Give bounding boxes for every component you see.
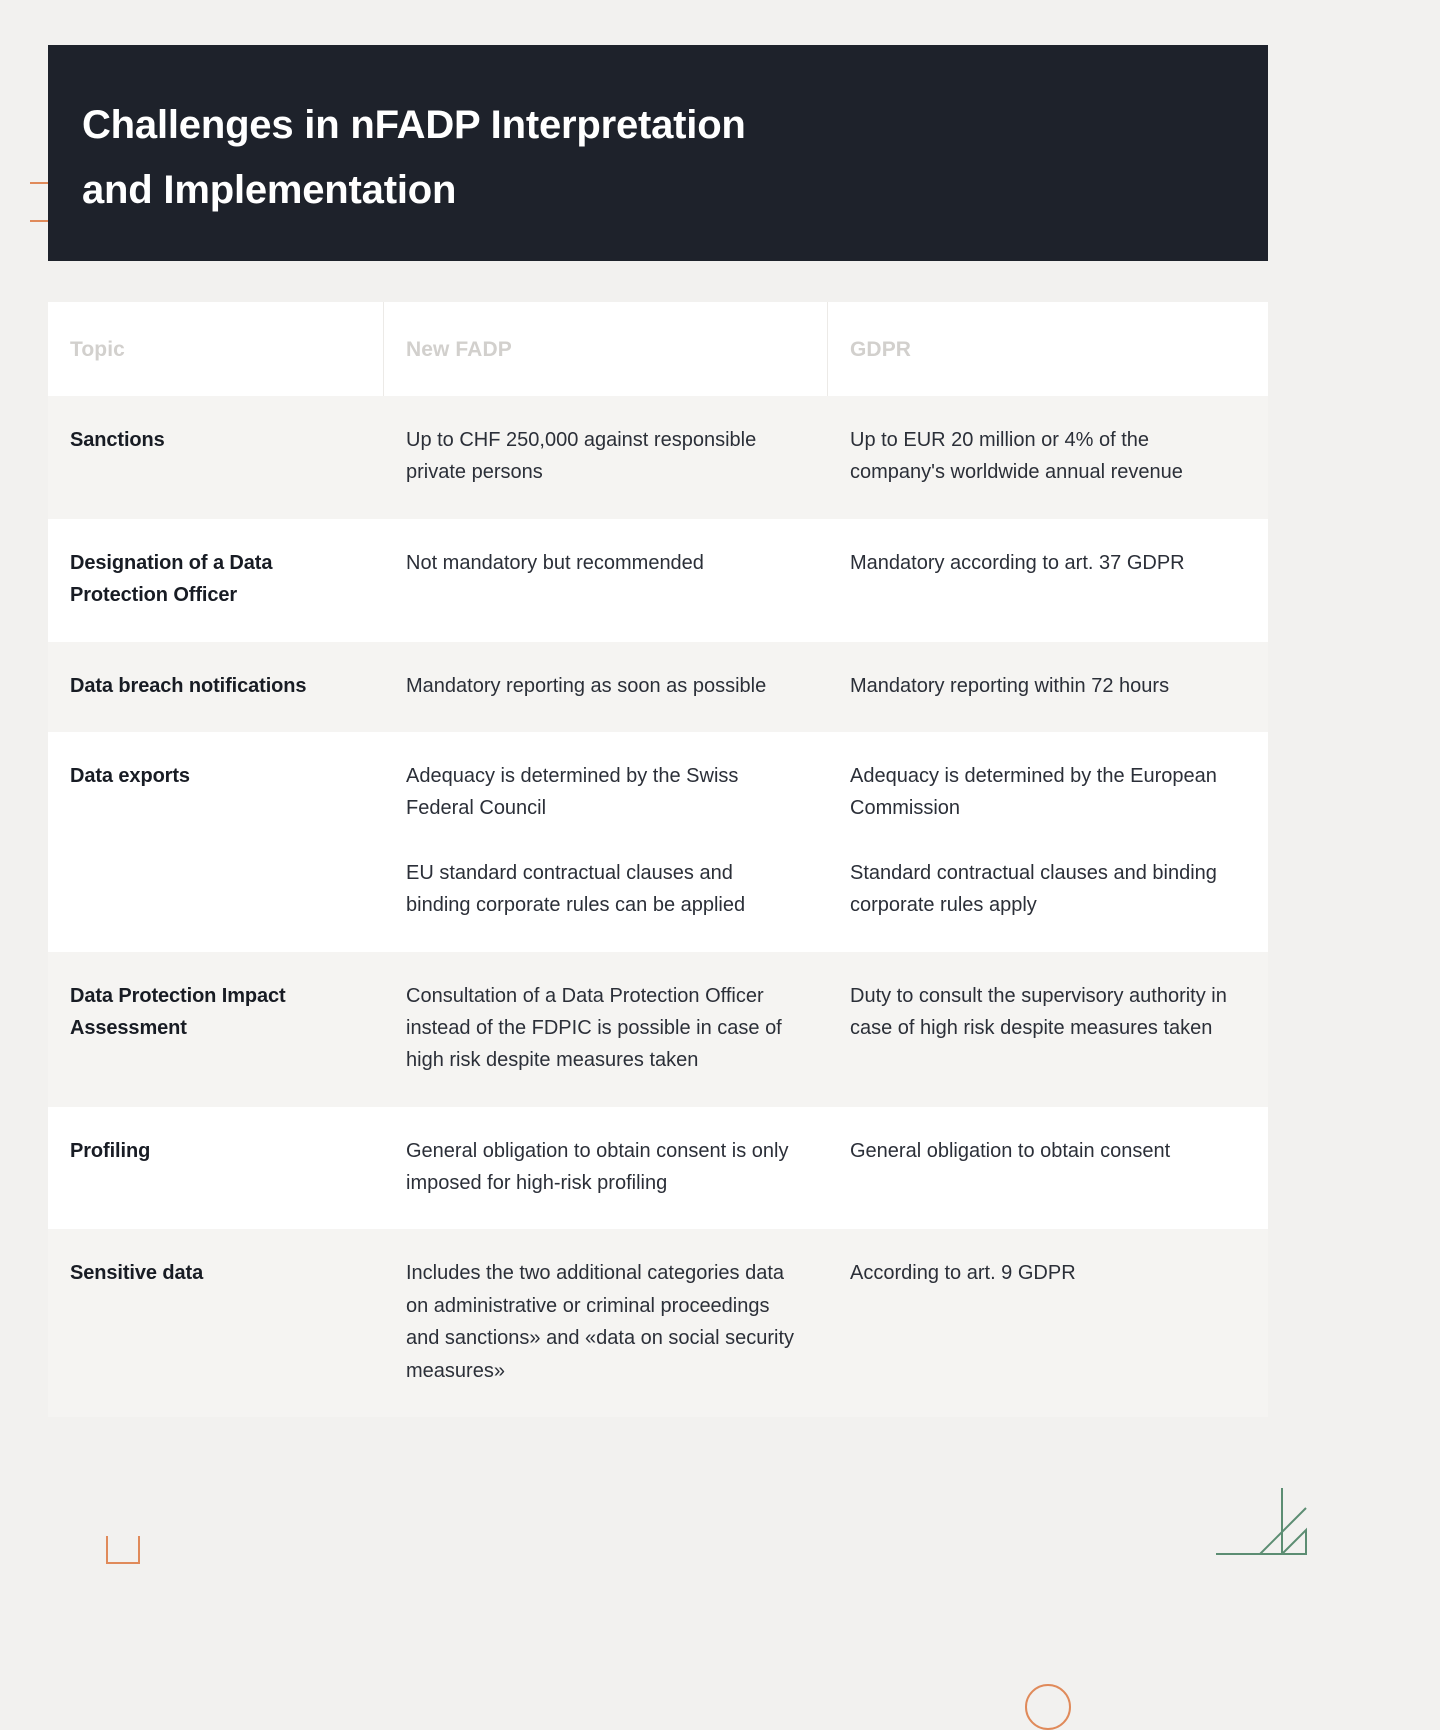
topic-label: Data Protection Impact Assessment: [70, 984, 286, 1039]
table-cell-new-fadp: Up to CHF 250,000 against responsible pr…: [384, 396, 828, 519]
table-cell-topic: Data Protection Impact Assessment: [48, 952, 384, 1107]
column-header-new-fadp: New FADP: [384, 302, 828, 396]
table-cell-new-fadp: Consultation of a Data Protection Office…: [384, 952, 828, 1107]
table-row: Data breach notifications Mandatory repor…: [48, 641, 1268, 732]
table-cell-new-fadp: Includes the two additional categories d…: [384, 1229, 828, 1417]
table-cell-topic: Data exports: [48, 732, 384, 952]
cell-paragraph: Consultation of a Data Protection Office…: [406, 984, 782, 1072]
table-cell-topic: Designation of a Data Protection Officer: [48, 519, 384, 642]
table-cell-gdpr: Adequacy is determined by the European C…: [828, 732, 1268, 952]
topic-label: Designation of a Data Protection Officer: [70, 551, 273, 607]
cell-paragraph: Up to EUR 20 million or 4% of the compan…: [850, 429, 1183, 484]
page-canvas: Challenges in nFADP Interpretation and I…: [0, 0, 1440, 1730]
cell-paragraph: According to art. 9 GDPR: [850, 1262, 1076, 1285]
table-row: Data exports Adequacy is determined by th…: [48, 731, 1268, 952]
cell-paragraph: General obligation to obtain consent: [850, 1139, 1171, 1162]
cell-paragraph: Standard contractual clauses and binding…: [850, 861, 1217, 917]
table-row: Profiling General obligation to obtain co…: [48, 1106, 1268, 1230]
cell-paragraph: Includes the two additional categories d…: [406, 1262, 795, 1382]
table-cell-new-fadp: General obligation to obtain consent is …: [384, 1107, 828, 1230]
column-header-topic-label: Topic: [70, 338, 125, 361]
table-row: Data Protection Impact Assessment Consult…: [48, 951, 1268, 1107]
cell-paragraph: Adequacy is determined by the European C…: [850, 764, 1217, 820]
cell-paragraph: Mandatory reporting within 72 hours: [850, 674, 1170, 697]
column-header-topic: Topic: [48, 302, 384, 396]
cell-paragraph: Adequacy is determined by the Swiss Fede…: [406, 764, 739, 820]
table-cell-new-fadp: Not mandatory but recommended: [384, 519, 828, 642]
page-title: Challenges in nFADP Interpretation and I…: [82, 93, 982, 223]
table-cell-topic: Profiling: [48, 1107, 384, 1230]
table-cell-topic: Sanctions: [48, 396, 384, 519]
cell-paragraph: Mandatory reporting as soon as possible: [406, 674, 767, 697]
cell-paragraph: Duty to consult the supervisory authorit…: [850, 984, 1227, 1039]
table-cell-gdpr: Mandatory reporting within 72 hours: [828, 642, 1268, 732]
table-body: Sanctions Up to CHF 250,000 against respo…: [48, 396, 1268, 1418]
column-header-gdpr-label: GDPR: [850, 338, 912, 361]
topic-label: Profiling: [70, 1139, 151, 1162]
topic-label: Sanctions: [70, 429, 165, 451]
decorative-corner-bottom-icon: [106, 1536, 140, 1564]
table-row: Sanctions Up to CHF 250,000 against respo…: [48, 396, 1268, 519]
column-header-new-fadp-label: New FADP: [406, 338, 512, 361]
table-cell-gdpr: Up to EUR 20 million or 4% of the compan…: [828, 396, 1268, 519]
decorative-circle-icon: [1025, 1684, 1071, 1730]
cell-paragraph: Mandatory according to art. 37 GDPR: [850, 551, 1185, 574]
page-title-line-1: Challenges in nFADP Interpretation: [82, 103, 746, 147]
table-cell-new-fadp: Adequacy is determined by the Swiss Fede…: [384, 732, 828, 952]
cell-paragraph: General obligation to obtain consent is …: [406, 1139, 789, 1195]
table-cell-topic: Sensitive data: [48, 1229, 384, 1417]
cell-paragraph: Not mandatory but recommended: [406, 551, 704, 574]
table-cell-gdpr: Duty to consult the supervisory authorit…: [828, 952, 1268, 1107]
comparison-table: Topic New FADP GDPR Sanctions Up to CHF 2…: [48, 302, 1268, 1418]
table-cell-gdpr: Mandatory according to art. 37 GDPR: [828, 519, 1268, 642]
decorative-bracket-left-icon: [30, 182, 50, 222]
title-card: Challenges in nFADP Interpretation and I…: [48, 45, 1268, 261]
table-cell-gdpr: General obligation to obtain consent: [828, 1107, 1268, 1230]
table-header-row: Topic New FADP GDPR: [48, 302, 1268, 396]
decorative-arrow-icon: [1212, 1462, 1308, 1558]
page-title-line-2: and Implementation: [82, 167, 457, 212]
topic-label: Data exports: [70, 764, 190, 787]
topic-label: Sensitive data: [70, 1262, 204, 1285]
column-header-gdpr: GDPR: [828, 302, 1268, 396]
table-cell-new-fadp: Mandatory reporting as soon as possible: [384, 642, 828, 732]
table-row: Sensitive data Includes the two additiona…: [48, 1229, 1268, 1418]
table-row: Designation of a Data Protection Officer…: [48, 518, 1268, 642]
cell-paragraph: Up to CHF 250,000 against responsible pr…: [406, 429, 757, 484]
cell-paragraph: EU standard contractual clauses and bind…: [406, 861, 746, 917]
topic-label: Data breach notifications: [70, 674, 307, 697]
table-cell-topic: Data breach notifications: [48, 642, 384, 732]
table-cell-gdpr: According to art. 9 GDPR: [828, 1229, 1268, 1417]
